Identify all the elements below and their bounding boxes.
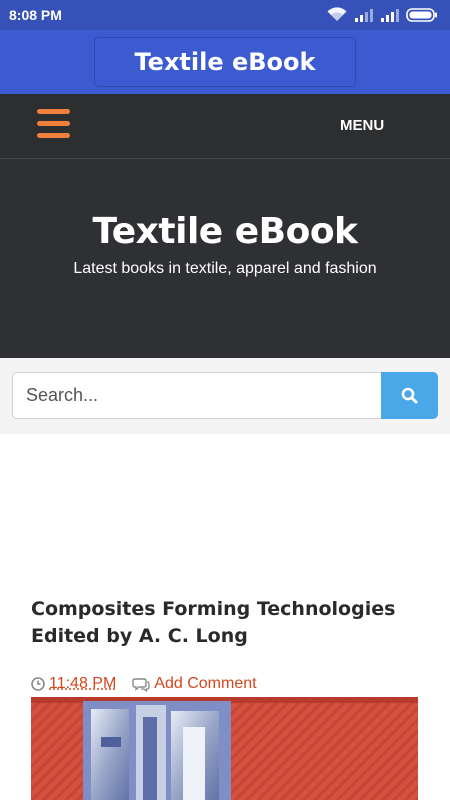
signal-icon-1: [355, 9, 373, 22]
status-icons: [326, 7, 438, 23]
search-input[interactable]: [12, 372, 382, 419]
post-title[interactable]: Composites Forming Technologies Edited b…: [31, 596, 421, 650]
site-tagline: Latest books in textile, apparel and fas…: [73, 260, 377, 277]
book-cover-image: [31, 697, 418, 800]
post-featured-image[interactable]: [31, 697, 418, 800]
site-title[interactable]: Textile eBook: [0, 211, 450, 252]
comment-icon: [132, 677, 150, 692]
search-button[interactable]: [381, 372, 438, 419]
post-meta: 11:48 PM Add Comment: [31, 673, 257, 695]
app-title: Textile eBook: [134, 48, 316, 76]
app-bar: Textile eBook: [0, 30, 450, 94]
add-comment-link[interactable]: Add Comment: [154, 675, 256, 693]
battery-icon: [406, 8, 437, 22]
search-section: [0, 358, 450, 434]
site-header: Textile eBook Latest books in textile, a…: [0, 159, 450, 358]
status-bar: 8:08 PM: [0, 0, 450, 30]
search-icon: [401, 387, 418, 404]
signal-icon-2: [381, 9, 399, 22]
wifi-icon: [327, 7, 347, 21]
menu-button[interactable]: MENU: [340, 117, 384, 134]
status-time: 8:08 PM: [9, 7, 62, 23]
menu-icon[interactable]: [37, 109, 70, 139]
app-title-box: Textile eBook: [94, 37, 356, 87]
nav-bar: MENU: [0, 94, 450, 159]
clock-icon: [31, 677, 45, 691]
post-time[interactable]: 11:48 PM: [49, 675, 116, 693]
